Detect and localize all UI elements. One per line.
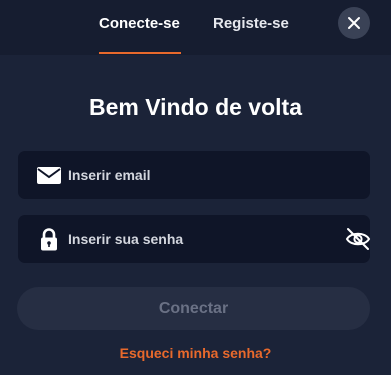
password-field-container — [18, 215, 372, 263]
envelope-icon — [37, 167, 61, 184]
login-button[interactable]: Conectar — [17, 287, 370, 330]
page-title: Bem Vindo de volta — [88, 94, 302, 120]
email-input[interactable] — [68, 151, 318, 199]
login-modal: Conecte-se Registe-se Bem Vindo de volta — [0, 0, 391, 375]
eye-off-icon[interactable] — [344, 226, 372, 252]
tab-register[interactable]: Registe-se — [213, 15, 289, 32]
lock-icon — [41, 228, 57, 251]
close-button[interactable] — [338, 7, 370, 39]
email-field-container — [18, 151, 370, 199]
tab-login[interactable]: Conecte-se — [99, 15, 180, 32]
close-icon — [348, 17, 360, 29]
password-input[interactable] — [68, 215, 318, 263]
tabs-bar: Conecte-se Registe-se — [0, 0, 391, 55]
active-tab-indicator — [99, 52, 181, 54]
forgot-password-link[interactable]: Esqueci minha senha? — [0, 345, 391, 361]
